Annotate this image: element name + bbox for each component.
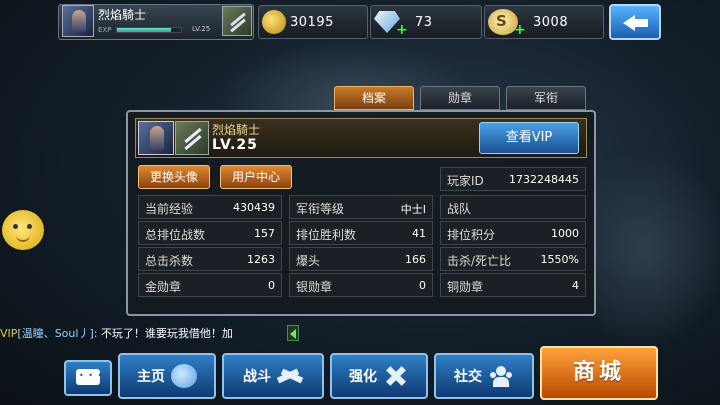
stat-value: 157 — [254, 227, 275, 240]
exp-bar-fill — [117, 28, 171, 32]
stat-cell: 爆头 166 — [289, 247, 433, 271]
stat-value: 166 — [405, 253, 426, 266]
silver-resource[interactable]: S + 3008 — [488, 5, 568, 39]
chat-sender: [温瞳、Soul丿]: — [17, 327, 98, 340]
stat-label: 铜勋章 — [447, 280, 484, 294]
diamond-value: 73 — [415, 14, 433, 30]
stat-label: 击杀/死亡比 — [447, 254, 512, 268]
stat-value: 1000 — [551, 227, 579, 240]
player-id-box: 玩家ID 1732248445 — [440, 167, 586, 191]
guns-icon — [277, 364, 303, 388]
stat-label: 当前经验 — [145, 202, 194, 216]
stat-cell: 排位胜利数 41 — [289, 221, 433, 245]
chat-collapse-icon[interactable] — [287, 325, 299, 341]
stat-cell: 排位积分 1000 — [440, 221, 586, 245]
shop-button[interactable]: 商城 — [540, 346, 658, 400]
stat-label: 金勋章 — [145, 280, 182, 294]
stat-cell: 总击杀数 1263 — [138, 247, 282, 271]
level-label: LV.25 — [192, 25, 211, 33]
avatar[interactable] — [62, 5, 94, 37]
stat-cell: 战队 — [440, 195, 586, 219]
stat-label: 战队 — [447, 202, 472, 216]
stat-label: 军衔等级 — [296, 202, 345, 216]
gold-coin-icon — [262, 10, 286, 34]
nav-upgrade-button[interactable]: 强化 — [330, 353, 428, 399]
stat-cell: 金勋章 0 — [138, 273, 282, 297]
exp-bar — [116, 27, 182, 33]
change-avatar-button[interactable]: 更换头像 — [138, 165, 210, 189]
stat-cell: 击杀/死亡比 1550% — [440, 247, 586, 271]
stat-cell: 总排位战数 157 — [138, 221, 282, 245]
stat-cell: 当前经验 430439 — [138, 195, 282, 219]
nav-home-label: 主页 — [137, 369, 165, 385]
nav-battle-button[interactable]: 战斗 — [222, 353, 324, 399]
mascot-icon[interactable] — [2, 210, 44, 250]
stat-value: 0 — [419, 279, 426, 292]
silver-symbol: S — [496, 12, 507, 30]
chat-message: 不玩了！谁要玩我借他！加 — [100, 327, 233, 340]
vip-tag: VIP — [0, 327, 18, 340]
profile-name: 烈焰騎士 — [212, 123, 261, 137]
stat-label: 总击杀数 — [145, 254, 194, 268]
view-vip-button[interactable]: 查看VIP — [479, 122, 579, 154]
stat-value: 1550% — [540, 253, 579, 266]
exp-label: EXP — [98, 26, 112, 34]
stat-label: 排位胜利数 — [296, 228, 357, 242]
nav-home-button[interactable]: 主页 — [118, 353, 216, 399]
stat-value: 中士I — [400, 203, 426, 216]
globe-icon — [171, 364, 197, 388]
back-button[interactable] — [609, 4, 661, 40]
gold-resource: 30195 — [262, 5, 334, 39]
stat-label: 银勋章 — [296, 280, 333, 294]
stat-value: 41 — [412, 227, 426, 240]
profile-level: LV.25 — [212, 137, 258, 153]
stat-cell: 银勋章 0 — [289, 273, 433, 297]
stat-value: 4 — [572, 279, 579, 292]
tools-icon — [383, 364, 409, 388]
stat-cell: 铜勋章 4 — [440, 273, 586, 297]
top-bar: 烈焰騎士 EXP LV.25 30195 + 73 S + 3008 — [0, 0, 720, 44]
tab-rank[interactable]: 军衔 — [506, 86, 586, 110]
nav-battle-label: 战斗 — [243, 369, 271, 385]
stat-label: 总排位战数 — [145, 228, 206, 242]
people-icon — [488, 364, 514, 388]
tab-profile[interactable]: 档案 — [334, 86, 414, 110]
stat-value: 0 — [268, 279, 275, 292]
rank-badge-icon — [175, 121, 209, 155]
chat-button[interactable] — [64, 360, 112, 396]
avatar — [138, 121, 174, 155]
player-id-value: 1732248445 — [509, 173, 579, 186]
stat-cell: 军衔等级 中士I — [289, 195, 433, 219]
nav-upgrade-label: 强化 — [349, 369, 377, 385]
stat-value: 1263 — [247, 253, 275, 266]
rank-badge-icon — [222, 6, 252, 36]
player-id-label: 玩家ID — [447, 174, 484, 188]
nav-social-button[interactable]: 社交 — [434, 353, 534, 399]
stat-value: 430439 — [233, 201, 275, 214]
add-silver-icon[interactable]: + — [514, 23, 526, 37]
gold-value: 30195 — [290, 14, 334, 30]
player-name: 烈焰騎士 — [98, 8, 147, 22]
tab-medals[interactable]: 勋章 — [420, 86, 500, 110]
chat-line[interactable]: VIP[温瞳、Soul丿]: 不玩了！谁要玩我借他！加 — [0, 325, 233, 343]
stat-label: 排位积分 — [447, 228, 496, 242]
add-diamond-icon[interactable]: + — [396, 23, 408, 37]
stat-label: 爆头 — [296, 254, 321, 268]
diamond-resource[interactable]: + 73 — [374, 5, 433, 39]
silver-value: 3008 — [533, 14, 569, 30]
nav-social-label: 社交 — [454, 369, 482, 385]
user-center-button[interactable]: 用户中心 — [220, 165, 292, 189]
